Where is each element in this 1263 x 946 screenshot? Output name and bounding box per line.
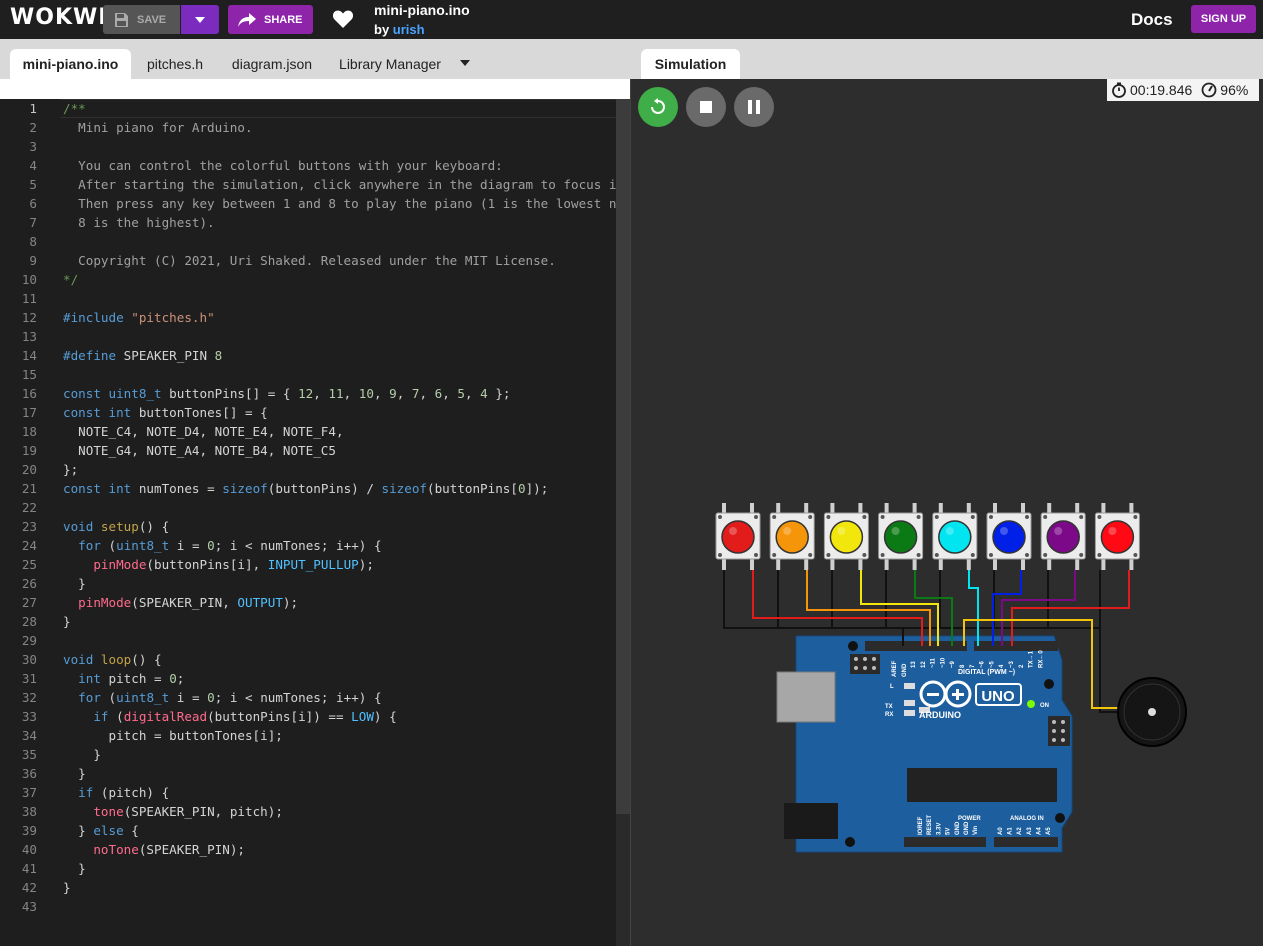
wire-button-2-pin11 xyxy=(806,570,931,646)
gnd-label: GND xyxy=(902,663,908,677)
tx-label: TX xyxy=(885,704,893,710)
pin-label: Vin xyxy=(973,825,979,835)
wire-button-4-pin9 xyxy=(914,570,953,646)
analog-header xyxy=(994,837,1058,847)
digital-header-low xyxy=(974,641,1058,651)
wire-button-3-pin10 xyxy=(860,570,939,646)
icsp-header xyxy=(850,654,880,674)
piano-button-3[interactable] xyxy=(823,503,869,570)
piano-button-7[interactable] xyxy=(1040,503,1086,570)
l-label: L xyxy=(890,684,894,690)
pin-label: 3.3V xyxy=(936,823,942,835)
icsp2-header xyxy=(1048,716,1070,746)
aref-label: AREF xyxy=(892,660,898,677)
pin-label: ~10 xyxy=(940,657,946,668)
pin-label: A3 xyxy=(1027,827,1033,835)
pin-label: ~9 xyxy=(950,660,956,668)
buzzer[interactable] xyxy=(1117,677,1187,747)
pin-label: 5V xyxy=(946,828,952,835)
pin-label: RESET xyxy=(927,815,933,835)
arduino-uno-board[interactable]: UNO ARDUINO DIGITAL (PWM ~) ON TX RX L P… xyxy=(776,635,1073,853)
piano-button-5[interactable] xyxy=(932,503,978,570)
power-label: POWER xyxy=(958,816,981,822)
pin-label: A4 xyxy=(1036,827,1042,835)
pin-label: ~6 xyxy=(980,660,986,668)
wire-gnd-1 xyxy=(723,570,904,646)
piano-button-1[interactable] xyxy=(715,503,761,570)
power-header xyxy=(904,837,986,847)
digital-label: DIGITAL (PWM ~) xyxy=(958,669,1015,676)
uno-label: UNO xyxy=(981,688,1015,705)
pin-label: IOREF xyxy=(918,816,924,835)
pin-label: ~3 xyxy=(1009,660,1015,668)
power-jack xyxy=(784,803,838,839)
pin-label: RX←0 xyxy=(1038,650,1044,668)
rx-label: RX xyxy=(885,712,893,718)
arduino-label: ARDUINO xyxy=(919,710,961,720)
pin-label: A1 xyxy=(1008,827,1014,835)
piano-button-4[interactable] xyxy=(878,503,924,570)
pin-label: A2 xyxy=(1017,827,1023,835)
on-label: ON xyxy=(1040,703,1049,709)
pin-label: ~11 xyxy=(931,657,937,668)
piano-button-8[interactable] xyxy=(1094,503,1140,570)
pin-label: GND xyxy=(964,821,970,835)
wire-button-8-pin4 xyxy=(1011,570,1130,646)
piano-button-6[interactable] xyxy=(986,503,1032,570)
piano-buttons xyxy=(715,503,1140,570)
piano-button-2[interactable] xyxy=(769,503,815,570)
pin-label: 12 xyxy=(921,661,927,668)
usb-port xyxy=(776,671,836,723)
wire-button-5-pin7 xyxy=(968,570,979,646)
analog-in-label: ANALOG IN xyxy=(1010,816,1044,822)
pin-label: A0 xyxy=(998,827,1004,835)
on-led xyxy=(1027,700,1035,708)
l-led xyxy=(904,683,915,689)
pin-label: A5 xyxy=(1046,827,1052,835)
wire-buzzer-gnd xyxy=(1099,628,1120,713)
pin-label: 13 xyxy=(911,661,917,668)
pin-label: GND xyxy=(955,821,961,835)
pin-label: TX→1 xyxy=(1029,650,1035,668)
circuit-diagram: UNO ARDUINO DIGITAL (PWM ~) ON TX RX L P… xyxy=(715,503,1187,853)
atmega-chip xyxy=(907,768,1057,802)
pin-label: ~5 xyxy=(989,660,995,668)
